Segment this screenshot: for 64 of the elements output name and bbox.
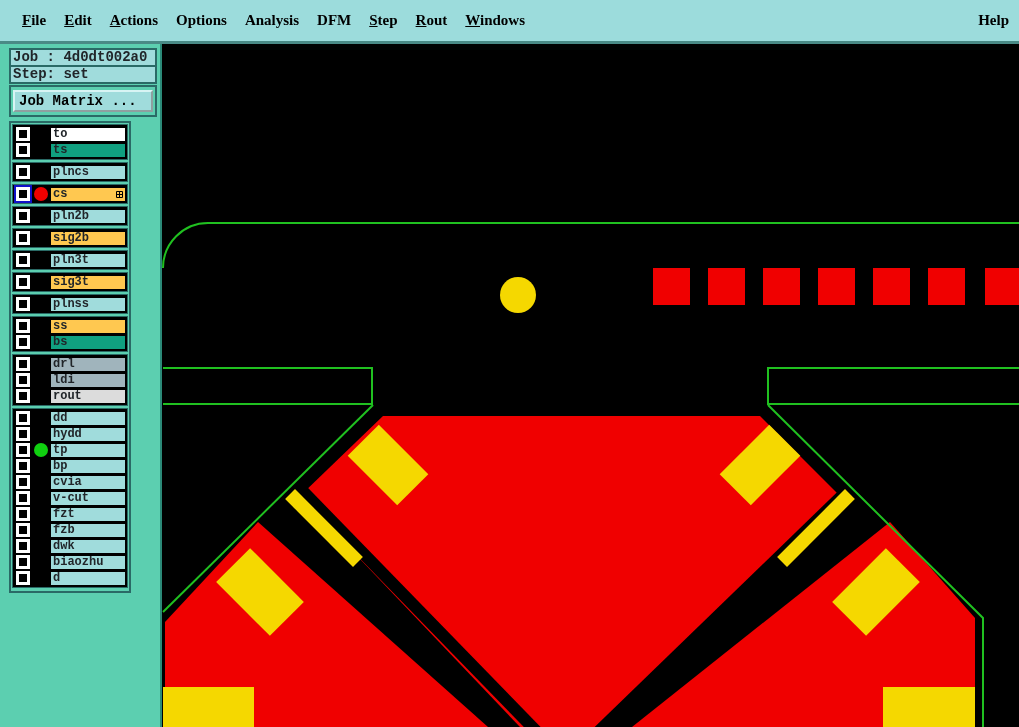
layer-name[interactable]: bs [50,334,126,350]
menu-item[interactable]: Windows [465,9,526,32]
layer-name[interactable]: ldi [50,372,126,388]
layer-name[interactable]: dwk [50,538,126,554]
layer-name[interactable]: rout [50,388,126,404]
layer-checkbox[interactable] [16,389,30,403]
layer-checkbox[interactable] [16,507,30,521]
layer-name[interactable]: fzt [50,506,126,522]
layer-name[interactable]: drl [50,356,126,372]
layer-name[interactable]: v-cut [50,490,126,506]
layer-name[interactable]: sig2b [50,230,126,246]
layer-name[interactable]: bp [50,458,126,474]
layer-checkbox[interactable] [16,555,30,569]
layer-checkbox[interactable] [16,475,30,489]
layer-checkbox[interactable] [16,143,30,157]
menu-item[interactable]: File [22,9,47,32]
help-menu[interactable]: Help [978,9,1009,32]
layer-name[interactable]: tp [50,442,126,458]
layer-name[interactable]: ss [50,318,126,334]
layer-checkbox[interactable] [16,459,30,473]
menu-item[interactable]: Options [176,9,227,32]
layer-checkbox[interactable] [16,571,30,585]
layer-name[interactable]: ts [50,142,126,158]
layer-name[interactable]: plnss [50,296,126,312]
layer-checkbox[interactable] [16,373,30,387]
layer-checkbox[interactable] [16,209,30,223]
layer-name[interactable]: d [50,570,126,586]
layer-checkbox[interactable] [16,411,30,425]
job-matrix-button[interactable]: Job Matrix ... [13,90,153,112]
layer-name[interactable]: dd [50,410,126,426]
layer-name[interactable]: sig3t [50,274,126,290]
layer-checkbox[interactable] [16,335,30,349]
layer-checkbox[interactable] [16,187,30,201]
layer-name-field[interactable]: cs [50,186,126,202]
layer-name[interactable]: pln2b [50,208,126,224]
layer-checkbox[interactable] [16,443,30,457]
layer-checkbox[interactable] [16,253,30,267]
layer-checkbox[interactable] [16,127,30,141]
layer-checkbox[interactable] [16,231,30,245]
layer-checkbox[interactable] [16,297,30,311]
step-name-label: Step: set [9,67,157,84]
grid-icon [116,190,123,198]
layer-name[interactable]: biaozhu [50,554,126,570]
layer-name[interactable]: plncs [50,164,126,180]
layer-checkbox[interactable] [16,523,30,537]
layer-checkbox[interactable] [16,357,30,371]
menu-item[interactable]: Actions [109,9,159,32]
layer-name[interactable]: pln3t [50,252,126,268]
layer-checkbox[interactable] [16,427,30,441]
menu-item[interactable]: DFM [317,9,352,32]
menu-item[interactable]: Analysis [244,9,300,32]
layer-name[interactable]: fzb [50,522,126,538]
layer-checkbox[interactable] [16,491,30,505]
menu-item[interactable]: Edit [64,9,92,32]
menu-item[interactable]: Rout [415,9,448,32]
layer-checkbox[interactable] [16,539,30,553]
menu-item[interactable]: Step [369,9,398,32]
layer-checkbox[interactable] [16,275,30,289]
layer-name[interactable]: hydd [50,426,126,442]
layer-checkbox[interactable] [16,165,30,179]
layer-checkbox[interactable] [16,319,30,333]
layer-name[interactable]: to [50,126,126,142]
layer-name[interactable]: cvia [50,474,126,490]
job-name-label: Job : 4d0dt002a0 [9,48,157,67]
